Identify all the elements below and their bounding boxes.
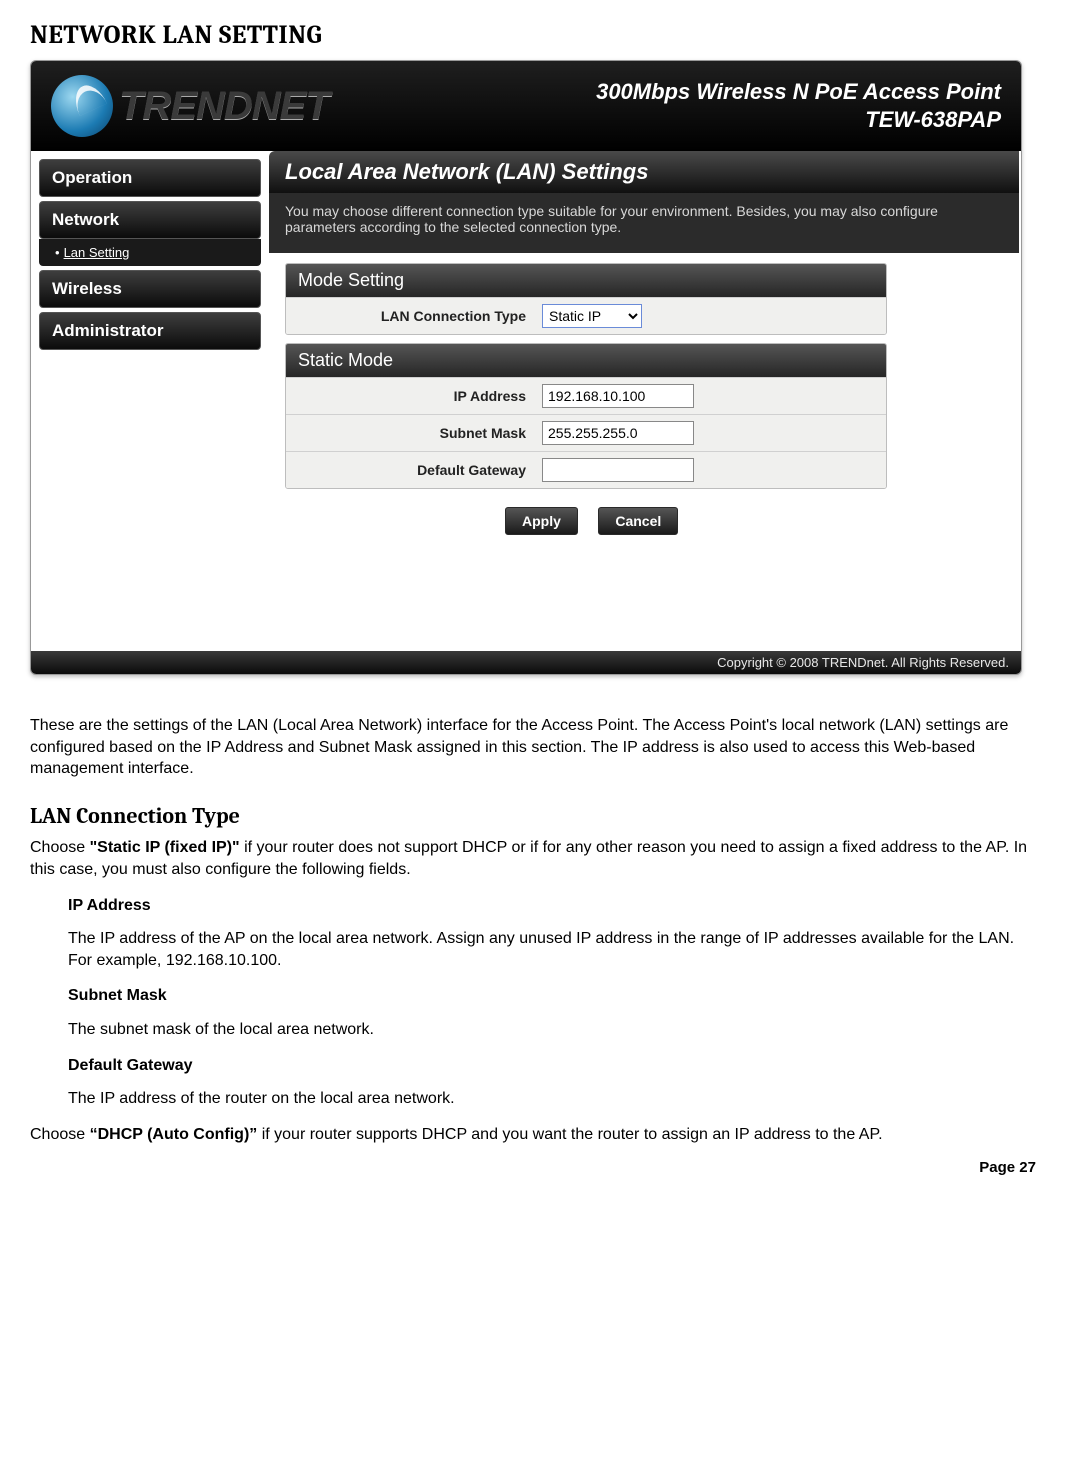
page-number: Page 27: [30, 1159, 1036, 1176]
ip-address-label: IP Address: [286, 380, 536, 412]
product-name: 300Mbps Wireless N PoE Access Point: [596, 79, 1001, 105]
ip-address-desc: The IP address of the AP on the local ar…: [68, 928, 1036, 971]
mode-setting-section: Mode Setting LAN Connection Type Static …: [285, 263, 887, 335]
subnet-mask-desc: The subnet mask of the local area networ…: [68, 1019, 1036, 1041]
copyright-footer: Copyright © 2008 TRENDnet. All Rights Re…: [31, 651, 1021, 674]
nav-network[interactable]: Network: [39, 201, 261, 239]
ip-address-heading: IP Address: [68, 895, 1036, 917]
lan-connection-type-heading: LAN Connection Type: [30, 802, 1036, 832]
cancel-button[interactable]: Cancel: [598, 507, 678, 535]
apply-button[interactable]: Apply: [505, 507, 578, 535]
page-heading: NETWORK LAN SETTING: [30, 20, 1036, 50]
intro-paragraph: These are the settings of the LAN (Local…: [30, 715, 1036, 780]
static-mode-header: Static Mode: [286, 344, 886, 377]
dhcp-paragraph: Choose “DHCP (Auto Config)” if your rout…: [30, 1124, 1036, 1146]
sidebar: Operation Network Lan Setting Wireless A…: [31, 151, 269, 651]
mode-setting-header: Mode Setting: [286, 264, 886, 297]
nav-operation[interactable]: Operation: [39, 159, 261, 197]
field-descriptions: IP Address The IP address of the AP on t…: [68, 895, 1036, 1110]
static-ip-paragraph: Choose "Static IP (fixed IP)" if your ro…: [30, 837, 1036, 880]
nav-network-submenu: Lan Setting: [39, 239, 261, 266]
globe-icon: [51, 75, 113, 137]
static-mode-section: Static Mode IP Address Subnet Mask Defau…: [285, 343, 887, 489]
lan-connection-type-label: LAN Connection Type: [286, 300, 536, 332]
product-model: TEW-638PAP: [596, 107, 1001, 133]
subnet-mask-input[interactable]: [542, 421, 694, 445]
product-title: 300Mbps Wireless N PoE Access Point TEW-…: [596, 79, 1001, 133]
default-gateway-input[interactable]: [542, 458, 694, 482]
default-gateway-desc: The IP address of the router on the loca…: [68, 1088, 1036, 1110]
document-body: These are the settings of the LAN (Local…: [30, 715, 1036, 1145]
panel-description: You may choose different connection type…: [269, 193, 1019, 253]
brand-logo: TRENDNET: [51, 75, 329, 137]
panel-title: Local Area Network (LAN) Settings: [269, 151, 1019, 193]
subnet-mask-label: Subnet Mask: [286, 417, 536, 449]
nav-wireless[interactable]: Wireless: [39, 270, 261, 308]
ip-address-input[interactable]: [542, 384, 694, 408]
content-panel: Local Area Network (LAN) Settings You ma…: [269, 151, 1021, 651]
nav-lan-setting[interactable]: Lan Setting: [55, 245, 129, 260]
default-gateway-label: Default Gateway: [286, 454, 536, 486]
header-bar: TRENDNET 300Mbps Wireless N PoE Access P…: [31, 61, 1021, 151]
lan-connection-type-select[interactable]: Static IP: [542, 304, 642, 328]
subnet-mask-heading: Subnet Mask: [68, 985, 1036, 1007]
nav-administrator[interactable]: Administrator: [39, 312, 261, 350]
brand-text: TRENDNET: [119, 84, 329, 129]
router-ui-screenshot: TRENDNET 300Mbps Wireless N PoE Access P…: [30, 60, 1022, 675]
button-row: Apply Cancel: [285, 497, 1005, 535]
default-gateway-heading: Default Gateway: [68, 1055, 1036, 1077]
